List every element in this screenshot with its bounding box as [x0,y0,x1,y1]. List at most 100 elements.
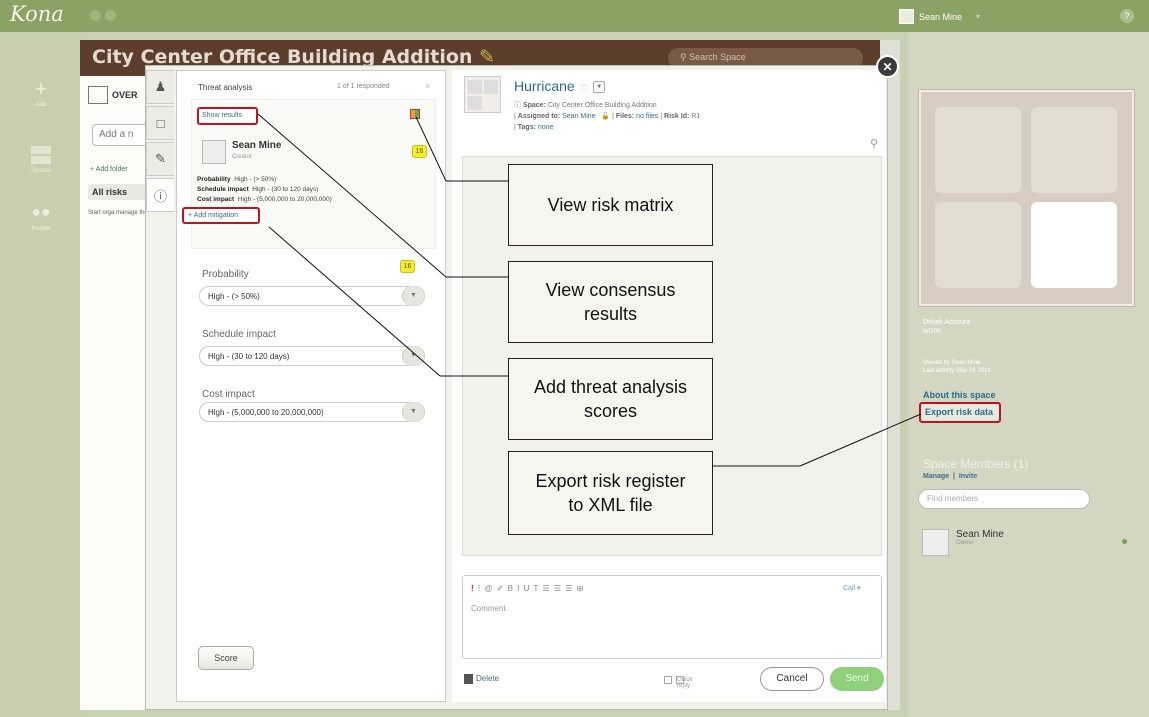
checkbox-icon[interactable] [664,676,672,684]
people-icon: ●● [31,204,51,221]
schedule-impact-label: Schedule impact [202,329,276,340]
tags-link[interactable]: none [538,124,554,131]
score-badge: 16 [400,260,415,273]
chevron-down-icon[interactable]: ▼ [593,81,606,94]
response-line: Probability High - (> 50%) [197,176,276,183]
close-icon[interactable]: × [425,81,430,91]
line-label: Probability [197,176,231,183]
callout-scores: Add threat analysis scores [508,358,713,440]
owned-by: Owned by Sean Mine [923,360,981,366]
select-value: High - (5,000,000 to 20,000,000) [208,408,324,417]
window-dot-icon[interactable] [90,10,101,21]
line-label: Cost impact [197,196,235,203]
call-button[interactable]: Call ▾ [843,584,861,592]
delete-label: Delete [476,674,500,684]
account-name: Deltek Account [923,319,970,326]
responder-name: Sean Mine [232,140,282,151]
assignee-link[interactable]: Sean Mine [562,113,595,120]
overview-tab[interactable]: OVER [88,86,138,104]
cost-impact-select[interactable]: High - (5,000,000 to 20,000,000) ▼ [199,402,425,422]
export-risk-data-button[interactable]: Export risk data [919,402,1001,423]
window-dot-icon[interactable] [105,10,116,21]
response-line: Schedule impact High - (30 to 120 days) [197,186,318,193]
chevron-down-icon[interactable]: ▾ [976,12,980,21]
score-button[interactable]: Score [198,646,254,670]
toolbar-icons[interactable]: ! @ ✐ B I U T ☰ ☰ ☰ ⊞ [478,584,584,593]
line-value: High - (> 50%) [234,176,277,183]
help-button[interactable]: ? [1120,9,1134,23]
files-link[interactable]: no files [636,113,658,120]
lock-icon[interactable]: 🔓 [601,113,610,120]
space-logo [919,90,1134,306]
invite-link[interactable]: Invite [959,473,977,480]
quick-reply-label: Quick reply [676,676,693,689]
account-type: WORK [923,329,942,335]
risk-matrix-icon[interactable] [410,109,420,119]
last-activity: Last activity May 16 2014 [923,368,991,374]
risk-space: ⓘ Space: City Center Office Building Add… [514,102,657,109]
response-card: Show results Sean Mine Creator 16 Probab… [191,99,436,249]
probability-label: Probability [202,269,249,280]
members-title: Space Members (1) [923,457,1029,471]
delete-button[interactable]: Delete [464,674,499,684]
priority-icon[interactable]: ! [471,584,475,593]
user-menu[interactable]: Sean Mine ▾ [899,9,980,24]
score-badge: 16 [412,145,427,158]
manage-link[interactable]: Manage [923,473,949,480]
online-status-icon [1122,539,1127,544]
meta-label: Assigned to: [517,113,561,120]
meta-label: Risk Id: [664,113,690,120]
send-button[interactable]: Send [830,667,884,691]
rail-add[interactable]: + Add [16,76,66,108]
attachment-icon[interactable]: ✎ [146,142,174,176]
trash-icon [464,674,473,684]
schedule-impact-select[interactable]: High - (30 to 120 days) ▼ [199,346,425,366]
comment-editor[interactable]: ! ! @ ✐ B I U T ☰ ☰ ☰ ⊞ Call ▾ Comment [462,575,882,659]
comment-input[interactable]: Comment [471,604,506,613]
avatar [899,9,914,24]
probability-select[interactable]: High - (> 50%) ▼ [199,286,425,306]
threat-title: Threat analysis [198,83,253,92]
quick-reply-checkbox[interactable]: Quick reply [664,676,693,689]
responded-count: 1 of 1 responded [337,83,390,90]
risk-thumbnail [464,76,501,113]
rail-label: Add [35,102,47,108]
response-line: Cost impact High - (5,000,000 to 20,000,… [197,196,332,203]
threat-icon[interactable]: ⓘ [146,178,174,212]
about-space-link[interactable]: About this space [923,390,996,400]
top-bar: Kona Sean Mine ▾ ? [0,0,1149,32]
window-controls [90,10,120,24]
search-placeholder: Search Space [689,52,746,62]
risk-title-text: Hurricane [514,78,575,94]
editor-toolbar[interactable]: ! ! @ ✐ B I U T ☰ ☰ ☰ ⊞ [471,584,584,593]
rail-people[interactable]: ●● People [16,202,66,232]
home-icon [88,86,108,104]
show-results-button[interactable]: Show results [197,107,258,125]
avatar [202,140,226,164]
chevron-down-icon: ▼ [402,286,424,306]
chevron-down-icon: ▼ [402,402,424,422]
meta-value: City Center Office Building Addition [547,102,657,109]
risk-id: R1 [691,113,701,120]
find-members-input[interactable]: Find members [918,489,1090,509]
avatar [922,529,949,556]
search-icon[interactable]: ⚲ [870,137,878,150]
add-folder-link[interactable]: + Add folder [90,166,128,173]
star-icon[interactable]: ☆ [579,80,590,94]
close-icon[interactable]: ✕ [876,55,899,78]
callout-consensus: View consensus results [508,261,713,343]
note-icon[interactable]: □ [146,106,174,140]
kona-logo[interactable]: Kona [10,2,64,26]
risk-assignment: | Assigned to: Sean Mine 🔓 | Files: no f… [514,113,701,120]
member-item[interactable]: Sean Mine Owner [922,529,1004,556]
plus-icon: + [34,76,48,101]
meta-label: Tags: [517,124,536,131]
rail-spaces[interactable]: Spaces [16,144,66,174]
person-icon[interactable]: ♟ [146,70,174,104]
select-value: High - (30 to 120 days) [208,352,290,361]
member-name: Sean Mine [956,529,1004,540]
add-mitigation-button[interactable]: + Add mitigation [182,207,260,224]
cancel-button[interactable]: Cancel [760,667,824,691]
line-value: High - (5,000,000 to 20,000,000) [237,196,332,203]
member-role: Owner [956,540,974,546]
